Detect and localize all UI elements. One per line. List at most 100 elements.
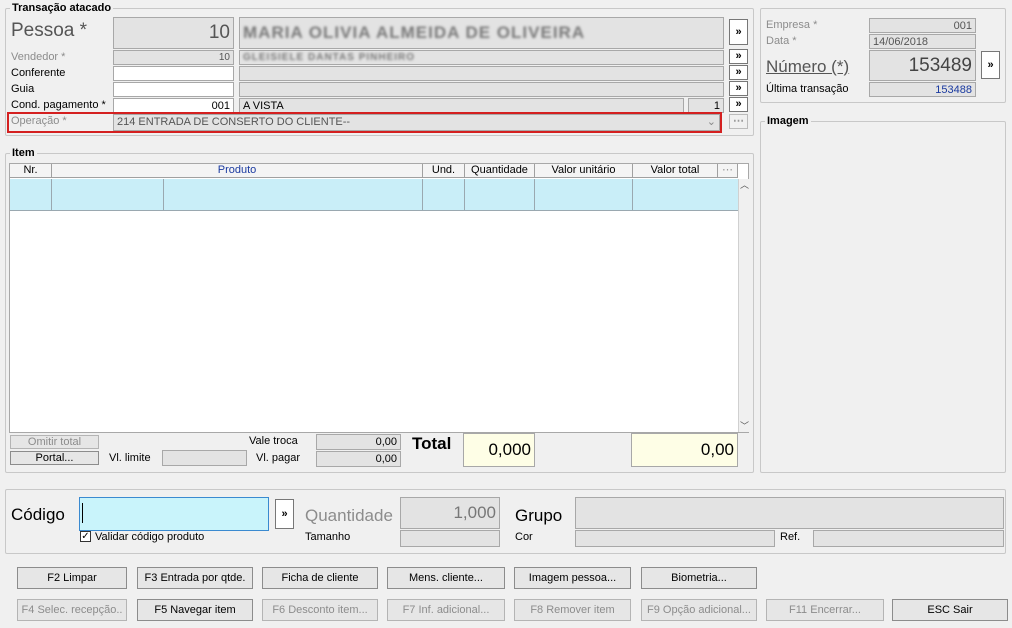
scroll-up-icon[interactable]: ︿ [740,180,749,190]
grid-scrollbar[interactable]: ︿ ﹀ [738,179,749,432]
row-cell [535,179,633,211]
ultima-transacao-field[interactable]: 153488 [869,82,976,97]
cond-pagamento-code-field[interactable]: 001 [113,98,234,113]
guia-name-field[interactable] [239,82,724,97]
biometria-button[interactable]: Biometria... [641,567,757,589]
numero-label: Número (*) [766,57,850,76]
quantidade-field[interactable]: 1,000 [400,497,500,529]
table-row[interactable] [10,179,738,211]
vendedor-label: Vendedor * [11,51,66,63]
col-valor-unitario[interactable]: Valor unitário [535,164,633,178]
f2-limpar-button[interactable]: F2 Limpar [17,567,127,589]
imagem-pessoa-button[interactable]: Imagem pessoa... [514,567,631,589]
f3-entrada-qtde-button[interactable]: F3 Entrada por qtde. [137,567,253,589]
tamanho-field[interactable] [400,530,500,547]
chevron-down-icon: ⌄ [706,116,716,128]
f11-encerrar-button[interactable]: F11 Encerrar... [766,599,884,621]
omitir-total-button[interactable]: Omitir total [10,435,99,449]
operacao-label: Operação * [11,115,67,127]
total-label: Total [412,434,452,453]
vendedor-more-button[interactable]: » [729,49,748,64]
conferente-more-button[interactable]: » [729,65,748,80]
operacao-select[interactable]: 214 ENTRADA DE CONSERTO DO CLIENTE-- ⌄ [113,114,720,131]
text-caret [82,503,83,523]
transacao-title: Transação atacado [10,2,114,14]
f4-selec-recepcao-button[interactable]: F4 Selec. recepção.. [17,599,127,621]
esc-sair-button[interactable]: ESC Sair [892,599,1008,621]
guia-label: Guia [11,83,35,95]
codigo-more-button[interactable]: » [275,499,294,529]
conferente-code-field[interactable] [113,66,234,81]
pessoa-code-field[interactable]: 10 [113,17,234,49]
ref-label: Ref. [780,531,801,543]
empresa-field[interactable]: 001 [869,18,976,33]
codigo-input[interactable] [79,497,269,531]
f5-navegar-item-button[interactable]: F5 Navegar item [137,599,253,621]
check-icon: ✓ [81,531,90,542]
operacao-more-button: ⋯ [729,114,748,129]
vl-limite-label: Vl. limite [109,452,151,464]
numero-more-button[interactable]: » [981,51,1000,79]
pessoa-name-text: MARIA OLIVIA ALMEIDA DE OLIVEIRA [243,23,586,42]
conferente-name-field[interactable] [239,66,724,81]
numero-field[interactable]: 153489 [869,50,976,81]
f7-inf-adicional-button[interactable]: F7 Inf. adicional... [387,599,505,621]
scroll-down-icon[interactable]: ﹀ [740,421,749,431]
total-quantity-field: 0,000 [463,433,535,467]
row-cell [423,179,465,211]
imagem-group: Imagem [760,115,1006,473]
col-produto[interactable]: Produto [52,164,423,178]
cond-pagamento-more-button[interactable]: » [729,97,748,112]
validar-checkbox[interactable]: ✓ [80,531,91,542]
pessoa-label: Pessoa * [11,20,88,41]
cond-pagamento-name-field[interactable]: A VISTA [239,98,684,113]
vl-pagar-field[interactable]: 0,00 [316,451,401,467]
vendedor-name-text: GLEISIELE DANTAS PINHEIRO [243,52,416,63]
cor-label: Cor [515,531,533,543]
operacao-value: 214 ENTRADA DE CONSERTO DO CLIENTE-- [117,116,351,128]
vl-pagar-label: Vl. pagar [256,452,301,464]
guia-code-field[interactable] [113,82,234,97]
cond-pagamento-label: Cond. pagamento * [11,99,106,111]
vendedor-code-field[interactable]: 10 [113,50,234,65]
col-nr[interactable]: Nr. [10,164,52,178]
col-valor-total[interactable]: Valor total [633,164,718,178]
row-cell [52,179,164,211]
validar-label: Validar código produto [95,531,205,543]
row-cell [10,179,52,211]
row-cell [465,179,535,211]
mens-cliente-button[interactable]: Mens. cliente... [387,567,505,589]
f9-opcao-adicional-button[interactable]: F9 Opção adicional... [641,599,757,621]
vl-limite-field[interactable] [162,450,247,466]
imagem-title: Imagem [765,115,811,127]
col-und[interactable]: Und. [423,164,465,178]
pessoa-more-button[interactable]: » [729,19,748,45]
col-quantidade[interactable]: Quantidade [465,164,535,178]
f8-remover-item-button[interactable]: F8 Remover item [514,599,631,621]
guia-more-button[interactable]: » [729,81,748,96]
tamanho-label: Tamanho [305,531,351,543]
conferente-label: Conferente [11,67,66,79]
ref-field[interactable] [813,530,1004,547]
cond-pagamento-parcelas-field[interactable]: 1 [688,98,724,113]
vale-troca-label: Vale troca [249,435,298,447]
codigo-label: Código [11,505,65,524]
grupo-field[interactable] [575,497,1004,529]
items-grid[interactable]: Nr. Produto Und. Quantidade Valor unitár… [9,163,749,433]
data-field[interactable]: 14/06/2018 [869,34,976,49]
ficha-cliente-button[interactable]: Ficha de cliente [262,567,378,589]
f6-desconto-item-button[interactable]: F6 Desconto item... [262,599,378,621]
row-cell [164,179,423,211]
item-title: Item [10,147,37,159]
portal-button[interactable]: Portal... [10,451,99,465]
data-label: Data * [766,35,797,47]
pessoa-name-field[interactable]: MARIA OLIVIA ALMEIDA DE OLIVEIRA [239,17,724,49]
empresa-label: Empresa * [766,19,818,31]
ultima-transacao-label: Última transação [766,83,849,95]
cor-field[interactable] [575,530,775,547]
grupo-label: Grupo [515,506,563,525]
col-config-icon[interactable]: ⋯ [718,164,738,178]
vendedor-name-field[interactable]: GLEISIELE DANTAS PINHEIRO [239,50,724,65]
total-value-field: 0,00 [631,433,738,467]
vale-troca-field[interactable]: 0,00 [316,434,401,450]
